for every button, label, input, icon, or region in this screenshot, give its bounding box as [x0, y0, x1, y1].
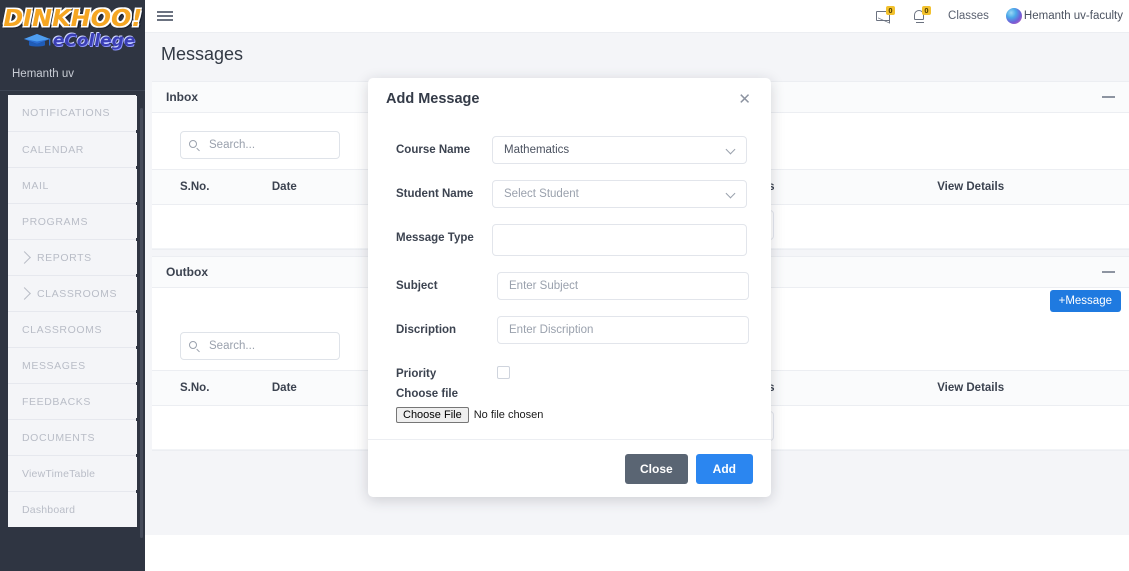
outbox-title: Outbox: [166, 265, 208, 279]
priority-label: Priority: [396, 368, 437, 380]
sidebar-item-label: CLASSROOMS: [22, 323, 103, 336]
sidebar-item-notifications[interactable]: NOTIFICATIONS: [8, 93, 145, 131]
modal-body: Course Name Mathematics Student Name Sel…: [368, 120, 771, 497]
field-message-type: Message Type: [368, 224, 771, 256]
modal-title: Add Message: [386, 91, 480, 107]
inbox-col-viewdetails: View Details: [937, 169, 1129, 205]
sidebar-scrollbar[interactable]: [140, 108, 143, 538]
choose-file-button[interactable]: Choose File: [396, 407, 469, 423]
discription-input[interactable]: [497, 316, 749, 344]
file-status-text: No file chosen: [473, 409, 544, 421]
course-name-label: Course Name: [396, 144, 471, 156]
logo-subtext: eCollege: [52, 30, 136, 51]
student-name-select[interactable]: Select Student: [492, 180, 747, 208]
logo-text: DINKHOO!: [3, 6, 142, 32]
message-type-input[interactable]: [492, 224, 747, 256]
bell-count-badge: 0: [922, 6, 932, 15]
sidebar-item-label: Dashboard: [22, 503, 76, 516]
field-subject: Subject: [368, 272, 771, 300]
user-menu-label: Hemanth uv-faculty: [1023, 10, 1123, 22]
sidebar-item-label: FEEDBACKS: [22, 395, 91, 408]
student-name-label: Student Name: [396, 188, 474, 200]
subject-label: Subject: [396, 280, 438, 292]
chevron-right-icon: [18, 251, 31, 264]
add-button[interactable]: Add: [695, 453, 753, 484]
page-header: Messages: [145, 33, 1129, 75]
avatar: [1005, 8, 1022, 24]
sidebar-item-marker: [136, 93, 145, 96]
search-icon: [189, 341, 197, 349]
student-name-value: Select Student: [504, 188, 579, 200]
sidebar-user-name: Hemanth uv: [0, 56, 145, 91]
sidebar-item-programs[interactable]: PROGRAMS: [8, 202, 145, 239]
envelope-icon[interactable]: 0: [876, 6, 896, 24]
priority-checkbox[interactable]: [497, 366, 510, 379]
sidebar-item-classrooms[interactable]: CLASSROOMS: [8, 310, 145, 347]
sidebar: DINKHOO! eCollege Hemanth uv NOTIFICATIO…: [0, 0, 145, 571]
top-bar: 0 0 Classes Hemanth uv-faculty: [145, 0, 1129, 33]
chevron-right-icon: [18, 287, 31, 300]
bell-icon[interactable]: 0: [912, 6, 932, 24]
sidebar-item-messages[interactable]: MESSAGES: [8, 346, 145, 383]
sidebar-item-calendar[interactable]: CALENDAR: [8, 130, 145, 167]
outbox-col-sno: S.No.: [152, 370, 272, 406]
sidebar-item-dashboard[interactable]: Dashboard: [8, 490, 145, 527]
discription-label: Discription: [396, 324, 457, 336]
field-priority: Priority: [368, 360, 771, 380]
sidebar-item-label: CALENDAR: [22, 143, 84, 156]
chevron-down-icon: [725, 144, 736, 155]
outbox-col-viewdetails: View Details: [937, 370, 1129, 406]
sidebar-item-mail[interactable]: MAIL: [8, 166, 145, 203]
user-menu[interactable]: Hemanth uv-faculty: [1005, 8, 1123, 24]
sidebar-item-label: PROGRAMS: [22, 215, 89, 228]
sidebar-item-label: DOCUMENTS: [22, 431, 96, 444]
app-root: DINKHOO! eCollege Hemanth uv NOTIFICATIO…: [0, 0, 1129, 571]
add-message-modal: Add Message ✕ Course Name Mathematics St…: [368, 78, 771, 497]
sidebar-item-reports[interactable]: REPORTS: [8, 238, 145, 275]
field-student-name: Student Name Select Student: [368, 180, 771, 208]
field-choose-file: Choose file Choose File No file chosen: [368, 388, 771, 423]
message-type-label: Message Type: [396, 232, 474, 244]
chevron-down-icon: [725, 188, 736, 199]
inbox-minimize-icon[interactable]: [1102, 96, 1115, 98]
inbox-search-input[interactable]: [207, 138, 327, 152]
sidebar-item-documents[interactable]: DOCUMENTS: [8, 418, 145, 455]
sidebar-item-label: MESSAGES: [22, 359, 86, 372]
course-name-value: Mathematics: [504, 144, 570, 156]
hamburger-icon[interactable]: [157, 8, 173, 23]
brand-logo[interactable]: DINKHOO! eCollege: [0, 0, 145, 56]
sidebar-item-label: NOTIFICATIONS: [22, 107, 111, 119]
field-course-name: Course Name Mathematics: [368, 136, 771, 164]
sidebar-item-label: CLASSROOMS: [37, 287, 118, 300]
outbox-minimize-icon[interactable]: [1102, 271, 1115, 273]
modal-footer: Close Add: [368, 439, 771, 497]
add-message-button[interactable]: +Message: [1049, 290, 1121, 312]
choose-file-label: Choose file: [396, 388, 458, 400]
page-title: Messages: [161, 43, 244, 64]
sidebar-item-label: MAIL: [22, 179, 49, 192]
sidebar-item-label: ViewTimeTable: [22, 467, 96, 480]
sidebar-item-feedbacks[interactable]: FEEDBACKS: [8, 382, 145, 419]
search-icon: [189, 140, 197, 148]
mail-count-badge: 0: [886, 6, 896, 15]
subject-input[interactable]: [497, 272, 749, 300]
sidebar-nav: NOTIFICATIONS CALENDAR MAIL PROGRAMS REPORTS…: [0, 91, 145, 527]
outbox-search-box[interactable]: [180, 332, 340, 360]
field-discription: Discription: [368, 316, 771, 344]
inbox-title: Inbox: [166, 90, 198, 104]
sidebar-item-label: REPORTS: [37, 251, 92, 264]
inbox-search-box[interactable]: [180, 131, 340, 159]
sidebar-item-viewtimetable[interactable]: ViewTimeTable: [8, 454, 145, 491]
page-bottom-strip: [145, 535, 1129, 571]
graduation-cap-icon: [22, 32, 52, 50]
inbox-col-sno: S.No.: [152, 169, 272, 205]
course-name-select[interactable]: Mathematics: [492, 136, 747, 164]
sidebar-item-classrooms[interactable]: CLASSROOMS: [8, 274, 145, 311]
classes-link[interactable]: Classes: [948, 10, 989, 22]
close-button[interactable]: Close: [624, 453, 688, 484]
modal-header: Add Message ✕: [368, 78, 771, 120]
outbox-search-input[interactable]: [207, 339, 327, 353]
close-icon[interactable]: ✕: [736, 90, 753, 109]
